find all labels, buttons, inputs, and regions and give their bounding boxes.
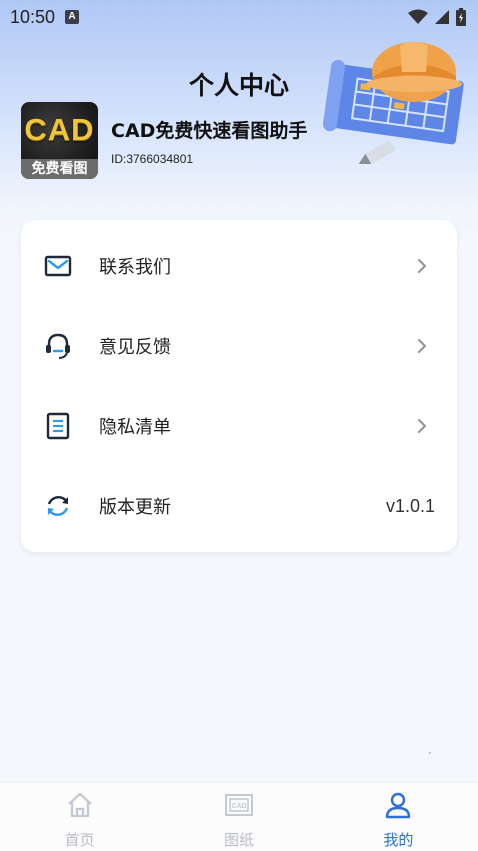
menu-item-privacy-list[interactable]: 隐私清单: [21, 386, 457, 466]
tab-label: 首页: [64, 831, 95, 849]
notification-badge: A: [65, 10, 80, 24]
signal-icon: [435, 10, 449, 24]
tab-label: 图纸: [223, 831, 254, 849]
status-time: 10:50: [10, 6, 56, 27]
tab-label: 我的: [383, 831, 414, 849]
svg-text:CAD: CAD: [231, 803, 246, 810]
menu-item-label: 版本更新: [99, 497, 171, 518]
chevron-right-icon: [418, 339, 426, 353]
user-id: ID:3766034801: [111, 152, 194, 166]
decorative-dot: [429, 752, 431, 754]
status-icons: [408, 8, 466, 26]
blueprint-helmet-illustration: [322, 42, 464, 164]
tab-home[interactable]: 首页: [0, 783, 159, 851]
headset-icon: [46, 333, 70, 359]
document-icon: [46, 412, 70, 440]
app-name: CAD免费快速看图助手: [111, 120, 308, 142]
refresh-icon: [47, 496, 69, 516]
home-icon: [67, 792, 92, 818]
menu-item-contact-us[interactable]: 联系我们: [21, 226, 457, 306]
version-value: v1.0.1: [385, 495, 435, 516]
logo-text: CAD: [24, 112, 95, 147]
logo-subtext: 免费看图: [21, 159, 98, 179]
menu-item-label: 隐私清单: [99, 417, 171, 438]
mail-icon: [44, 255, 72, 277]
menu-item-label: 联系我们: [99, 257, 171, 278]
wifi-icon: [408, 9, 428, 24]
menu-item-label: 意见反馈: [99, 337, 171, 358]
tab-mine[interactable]: 我的: [319, 783, 478, 851]
chevron-right-icon: [418, 259, 426, 273]
battery-icon: [456, 8, 466, 26]
menu-card: 联系我们 意见反馈 隐私清单 版本更新 v1.0.1: [21, 220, 457, 552]
status-bar: 10:50 A: [0, 0, 478, 34]
app-logo: CAD 免费看图: [21, 102, 98, 179]
tab-drawings[interactable]: CAD 图纸: [159, 783, 318, 851]
bottom-tab-bar: 首页 CAD 图纸 我的: [0, 782, 478, 851]
menu-item-feedback[interactable]: 意见反馈: [21, 306, 457, 386]
cad-drawing-icon: CAD: [224, 794, 253, 816]
chevron-right-icon: [418, 419, 426, 433]
menu-item-version-update[interactable]: 版本更新 v1.0.1: [21, 466, 457, 546]
profile-icon: [386, 792, 411, 819]
